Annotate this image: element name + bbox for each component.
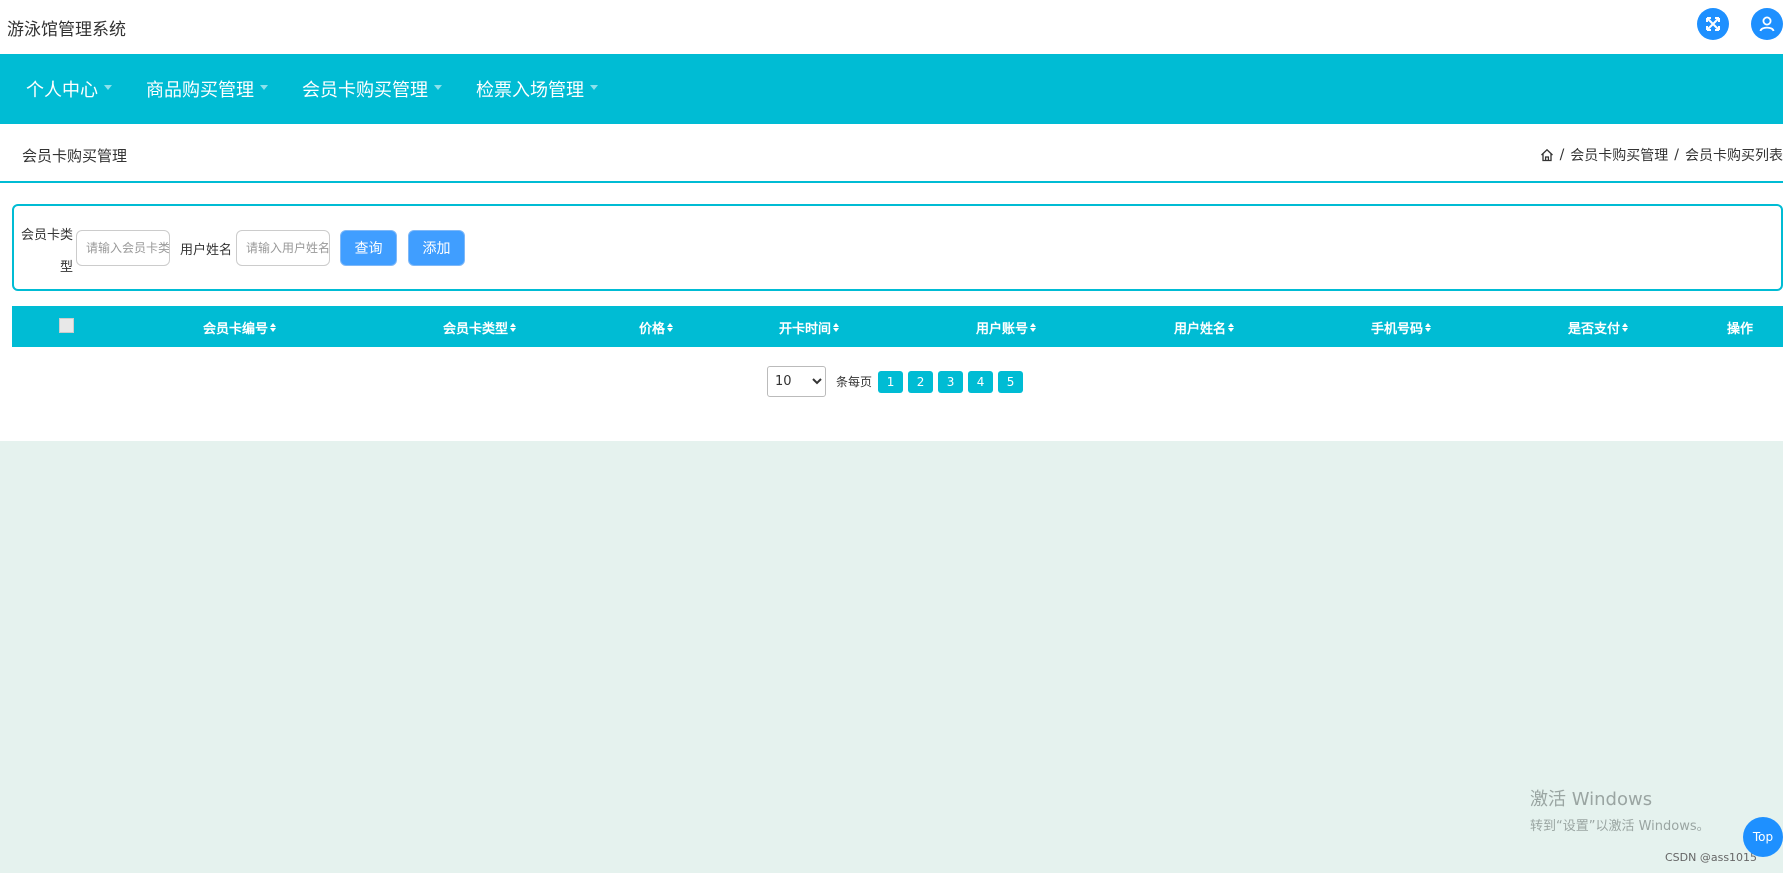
- page-button-4[interactable]: 4: [968, 370, 994, 393]
- column-header-label: 会员卡编号: [203, 322, 269, 337]
- page-button-5[interactable]: 5: [998, 370, 1024, 393]
- card-type-input[interactable]: [76, 230, 170, 266]
- query-button[interactable]: 查询: [340, 230, 397, 266]
- breadcrumb-item-card-list: 会员卡购买列表: [1685, 148, 1783, 164]
- content-panel: 会员卡购买管理 / 会员卡购买管理 / 会员卡购买列表 会员卡类 型 用户姓名 …: [0, 124, 1783, 441]
- sort-icon: [270, 323, 277, 332]
- breadcrumb: / 会员卡购买管理 / 会员卡购买列表: [1540, 145, 1783, 165]
- column-header-phone[interactable]: 手机号码: [1371, 318, 1432, 337]
- sort-icon: [1425, 323, 1432, 332]
- breadcrumb-item-card-purchase[interactable]: 会员卡购买管理: [1570, 145, 1668, 165]
- column-header-user-account[interactable]: 用户账号: [976, 318, 1037, 337]
- page-button-3[interactable]: 3: [938, 370, 964, 393]
- column-header-price[interactable]: 价格: [639, 318, 674, 337]
- column-header-label: 用户账号: [976, 322, 1029, 337]
- page-button-2[interactable]: 2: [908, 370, 934, 393]
- sort-icon: [1228, 323, 1235, 332]
- home-icon[interactable]: [1540, 148, 1554, 162]
- sort-icon: [667, 323, 674, 332]
- nav-item-label: 商品购买管理: [146, 80, 254, 101]
- pagination: 10 条每页 1 2 3 4 5: [767, 366, 1028, 397]
- app-title: 游泳馆管理系统: [7, 19, 126, 40]
- page-size-select[interactable]: 10: [767, 366, 826, 397]
- windows-activation-watermark: 激活 Windows 转到“设置”以激活 Windows。: [1530, 785, 1710, 834]
- nav-item-goods-purchase[interactable]: 商品购买管理: [146, 76, 268, 102]
- user-icon: [1759, 16, 1775, 32]
- nav-item-label: 会员卡购买管理: [302, 80, 428, 101]
- card-type-label-line2: 型: [59, 260, 73, 275]
- card-type-label: 会员卡类 型: [19, 220, 73, 284]
- column-header-label: 用户姓名: [1174, 322, 1227, 337]
- page-button-1[interactable]: 1: [878, 370, 904, 393]
- user-button[interactable]: [1751, 8, 1783, 40]
- per-page-label: 条每页: [836, 375, 873, 389]
- column-header-label: 会员卡类型: [443, 322, 509, 337]
- column-header-label: 价格: [639, 322, 666, 337]
- table-header: 会员卡编号 会员卡类型 价格 开卡时间 用户账号 用户姓名 手机号码 是否支付: [12, 306, 1783, 347]
- main-nav: 个人中心 商品购买管理 会员卡购买管理 检票入场管理: [0, 54, 1783, 124]
- breadcrumb-separator: /: [1559, 147, 1565, 163]
- nav-item-ticket-entry[interactable]: 检票入场管理: [476, 76, 598, 102]
- nav-item-label: 检票入场管理: [476, 80, 584, 101]
- column-header-label: 是否支付: [1568, 322, 1621, 337]
- card-type-label-line1: 会员卡类: [20, 228, 73, 243]
- nav-item-personal-center[interactable]: 个人中心: [26, 76, 112, 102]
- select-all-checkbox[interactable]: [59, 318, 74, 333]
- nav-item-label: 个人中心: [26, 80, 98, 101]
- column-header-card-type[interactable]: 会员卡类型: [443, 318, 517, 337]
- csdn-watermark: CSDN @ass1015: [1665, 851, 1758, 864]
- fullscreen-icon: [1706, 17, 1720, 31]
- user-name-input[interactable]: [236, 230, 330, 266]
- page-title: 会员卡购买管理: [22, 147, 128, 165]
- sort-icon: [1622, 323, 1629, 332]
- chevron-down-icon: [590, 84, 598, 90]
- search-form: 会员卡类 型 用户姓名 查询 添加: [12, 204, 1783, 291]
- column-header-actions: 操作: [1727, 318, 1753, 337]
- fullscreen-button[interactable]: [1697, 8, 1729, 40]
- column-header-open-time[interactable]: 开卡时间: [779, 318, 840, 337]
- column-header-paid[interactable]: 是否支付: [1568, 318, 1629, 337]
- chevron-down-icon: [104, 84, 112, 90]
- nav-item-card-purchase[interactable]: 会员卡购买管理: [302, 76, 442, 102]
- user-name-label: 用户姓名: [180, 243, 233, 258]
- column-header-user-name[interactable]: 用户姓名: [1174, 318, 1235, 337]
- windows-watermark-line1: 激活 Windows: [1530, 789, 1653, 810]
- chevron-down-icon: [260, 84, 268, 90]
- sort-icon: [833, 323, 840, 332]
- sort-icon: [510, 323, 517, 332]
- add-button[interactable]: 添加: [408, 230, 465, 266]
- back-to-top-button[interactable]: Top: [1743, 817, 1783, 857]
- column-header-label: 开卡时间: [779, 322, 832, 337]
- chevron-down-icon: [434, 84, 442, 90]
- column-header-label: 手机号码: [1371, 322, 1424, 337]
- column-header-card-number[interactable]: 会员卡编号: [203, 318, 277, 337]
- top-bar: 游泳馆管理系统: [0, 0, 1783, 54]
- page-header: 会员卡购买管理 / 会员卡购买管理 / 会员卡购买列表: [0, 124, 1783, 183]
- breadcrumb-separator: /: [1674, 147, 1679, 163]
- windows-watermark-line2: 转到“设置”以激活 Windows。: [1530, 819, 1710, 834]
- sort-icon: [1030, 323, 1037, 332]
- column-header-label: 操作: [1727, 322, 1754, 337]
